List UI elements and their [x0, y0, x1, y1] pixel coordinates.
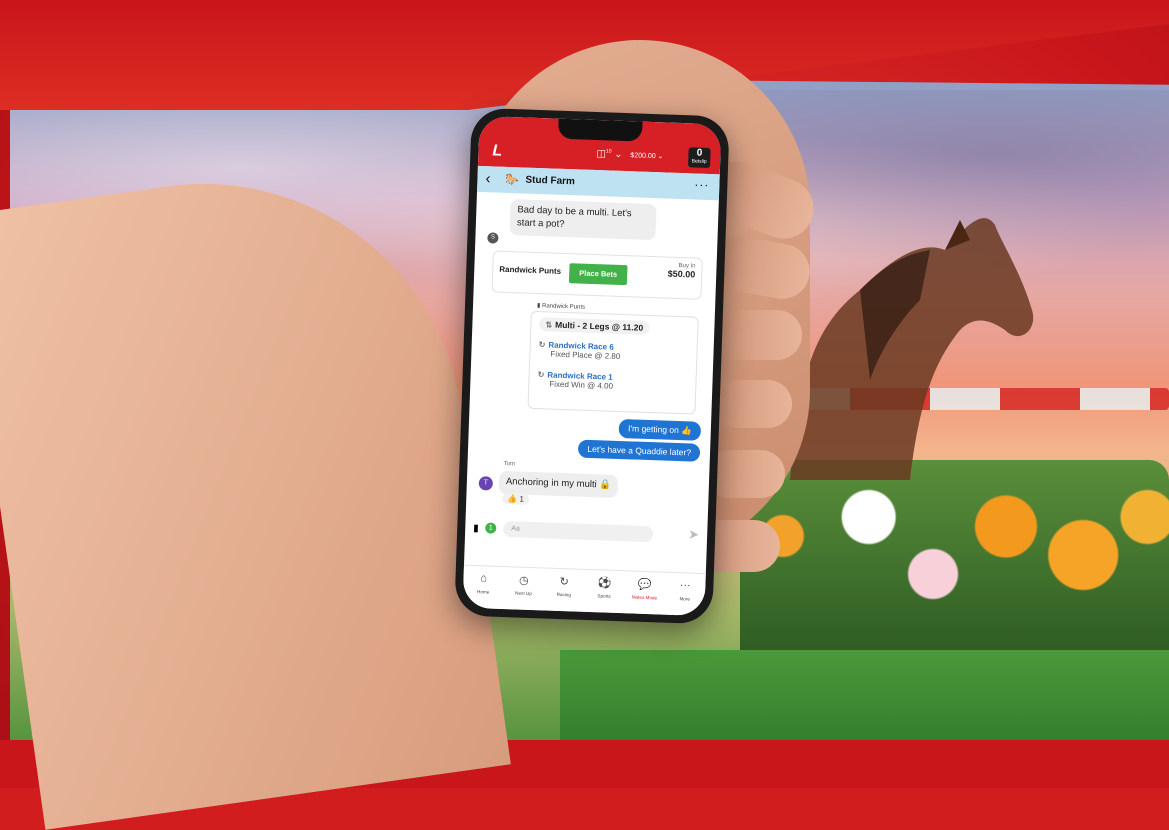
betslip-label: Betslip: [691, 158, 707, 165]
tab-label: Home: [476, 589, 490, 595]
horse-icon: 🐎: [505, 173, 520, 187]
sender-avatar[interactable]: S: [487, 232, 499, 244]
tab-label: Racing: [556, 591, 572, 598]
reaction-badge[interactable]: 👍 1: [502, 492, 530, 505]
buy-in: Buy In $50.00: [668, 263, 696, 280]
pot-card: Randwick Punts Place Bets Buy In $50.00: [491, 250, 703, 300]
tab-more[interactable]: ··· More: [664, 573, 706, 616]
tab-label: Next Up: [515, 590, 532, 597]
wallet-icon[interactable]: ◫10 ⌄: [596, 148, 623, 160]
horse-image: [790, 218, 1034, 480]
balance-value: $200.00: [630, 152, 656, 161]
home-icon: ⌂: [480, 572, 488, 585]
tab-label: More: [679, 596, 691, 602]
tab-label: Sports: [597, 593, 611, 599]
betslip-button[interactable]: 0 Betslip: [687, 147, 711, 168]
multi-text: Multi - 2 Legs @ 11.20: [554, 319, 644, 333]
shared-bet-card[interactable]: ⇅ Multi - 2 Legs @ 11.20 ↻ Randwick Race 6…: [527, 310, 699, 415]
betslip-count: 0: [696, 147, 703, 159]
racing-icon: ↻: [559, 576, 570, 589]
more-options-icon[interactable]: ···: [694, 177, 709, 192]
finger: [712, 380, 792, 428]
pot-icon[interactable]: ▮: [473, 523, 479, 534]
balance-display[interactable]: $200.00 ⌄: [630, 151, 663, 160]
message-bubble-own[interactable]: I'm getting on 👍: [618, 418, 702, 441]
racing-icon: ↻: [538, 340, 546, 350]
send-icon[interactable]: ➤: [688, 526, 699, 542]
tab-home[interactable]: ⌂ Home: [462, 566, 504, 609]
message-bubble[interactable]: Bad day to be a multi. Let's start a pot…: [509, 199, 657, 240]
sender-name: Tom: [503, 460, 515, 468]
bet-leg[interactable]: ↻ Randwick Race 1 Fixed Win @ 4.00: [537, 370, 614, 391]
phone-notch: [557, 118, 643, 142]
wallet-count: 10: [605, 148, 612, 155]
leg-odds: Fixed Place @ 2.80: [550, 349, 621, 361]
phone: L ◫10 ⌄ $200.00 ⌄ 0 Betslip ‹ 🐎 Stud Far…: [454, 107, 730, 625]
bet-share-label: ▮ Randwick Punts: [536, 303, 586, 311]
chat-area[interactable]: S Bad day to be a multi. Let's start a p…: [464, 192, 719, 574]
message-input[interactable]: Aa: [502, 521, 654, 543]
tab-mates-mode[interactable]: 💬 Mates Mode: [624, 571, 666, 614]
sender-avatar[interactable]: T: [478, 476, 494, 491]
finger: [712, 310, 802, 360]
pot-count-badge: 1: [485, 522, 497, 534]
group-name[interactable]: Stud Farm: [525, 175, 575, 188]
message-bubble-own[interactable]: Let's have a Quaddie later?: [578, 439, 701, 462]
tab-sports[interactable]: ⚽ Sports: [583, 570, 625, 613]
place-bets-button[interactable]: Place Bets: [568, 263, 628, 286]
app-logo[interactable]: L: [492, 142, 502, 160]
bet-leg[interactable]: ↻ Randwick Race 6 Fixed Place @ 2.80: [538, 340, 621, 361]
flower-hedge: [740, 460, 1169, 650]
back-arrow-icon[interactable]: ‹: [485, 170, 491, 187]
buy-in-value: $50.00: [667, 268, 696, 280]
tab-racing[interactable]: ↻ Racing: [543, 568, 585, 611]
leg-odds: Fixed Win @ 4.00: [549, 379, 614, 391]
multi-summary: ⇅ Multi - 2 Legs @ 11.20: [539, 317, 650, 335]
clock-icon: ◷: [518, 574, 529, 587]
more-icon: ···: [679, 579, 691, 592]
racing-icon: ↻: [537, 370, 545, 380]
bottom-tab-bar: ⌂ Home ◷ Next Up ↻ Racing ⚽ Sports 💬 Mat…: [462, 564, 706, 617]
chat-icon: 💬: [637, 578, 652, 592]
multi-icon: ⇅: [545, 320, 553, 330]
pot-name: Randwick Punts: [499, 264, 562, 276]
phone-screen: L ◫10 ⌄ $200.00 ⌄ 0 Betslip ‹ 🐎 Stud Far…: [462, 115, 722, 617]
tab-next-up[interactable]: ◷ Next Up: [503, 567, 545, 610]
sports-icon: ⚽: [597, 577, 612, 590]
message-composer: ▮ 1 Aa ➤: [465, 518, 708, 548]
tab-label: Mates Mode: [631, 594, 658, 601]
bet-share-label-text: Randwick Punts: [541, 303, 586, 311]
